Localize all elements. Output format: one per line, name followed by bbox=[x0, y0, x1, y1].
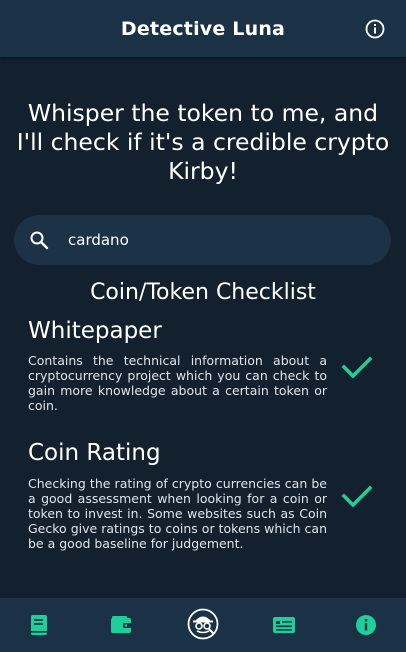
checklist-item-title-whitepaper: Whitepaper bbox=[28, 318, 162, 344]
checklist-item-title-coin-rating: Coin Rating bbox=[28, 440, 161, 466]
check-icon bbox=[340, 350, 374, 384]
check-icon bbox=[340, 479, 374, 513]
book-icon[interactable] bbox=[27, 613, 51, 637]
checklist-item-description-coin-rating: Checking the rating of crypto currencies… bbox=[28, 476, 327, 551]
checklist-item-description-whitepaper: Contains the technical information about… bbox=[28, 353, 327, 413]
app-title: Detective Luna bbox=[120, 17, 286, 40]
info-outline-icon[interactable] bbox=[365, 19, 385, 39]
checklist-title: Coin/Token Checklist bbox=[90, 280, 316, 305]
info-icon[interactable] bbox=[354, 613, 378, 637]
bottom-navigation bbox=[0, 598, 406, 652]
detective-icon[interactable] bbox=[187, 608, 219, 640]
app-bar: Detective Luna bbox=[0, 0, 406, 57]
news-icon[interactable] bbox=[272, 613, 296, 637]
page-headline: Whisper the token to me, and I'll check … bbox=[16, 99, 390, 185]
search-icon[interactable] bbox=[29, 230, 49, 250]
search-bar[interactable]: cardano bbox=[14, 215, 391, 265]
search-input[interactable]: cardano bbox=[68, 215, 129, 265]
wallet-icon[interactable] bbox=[109, 613, 133, 637]
